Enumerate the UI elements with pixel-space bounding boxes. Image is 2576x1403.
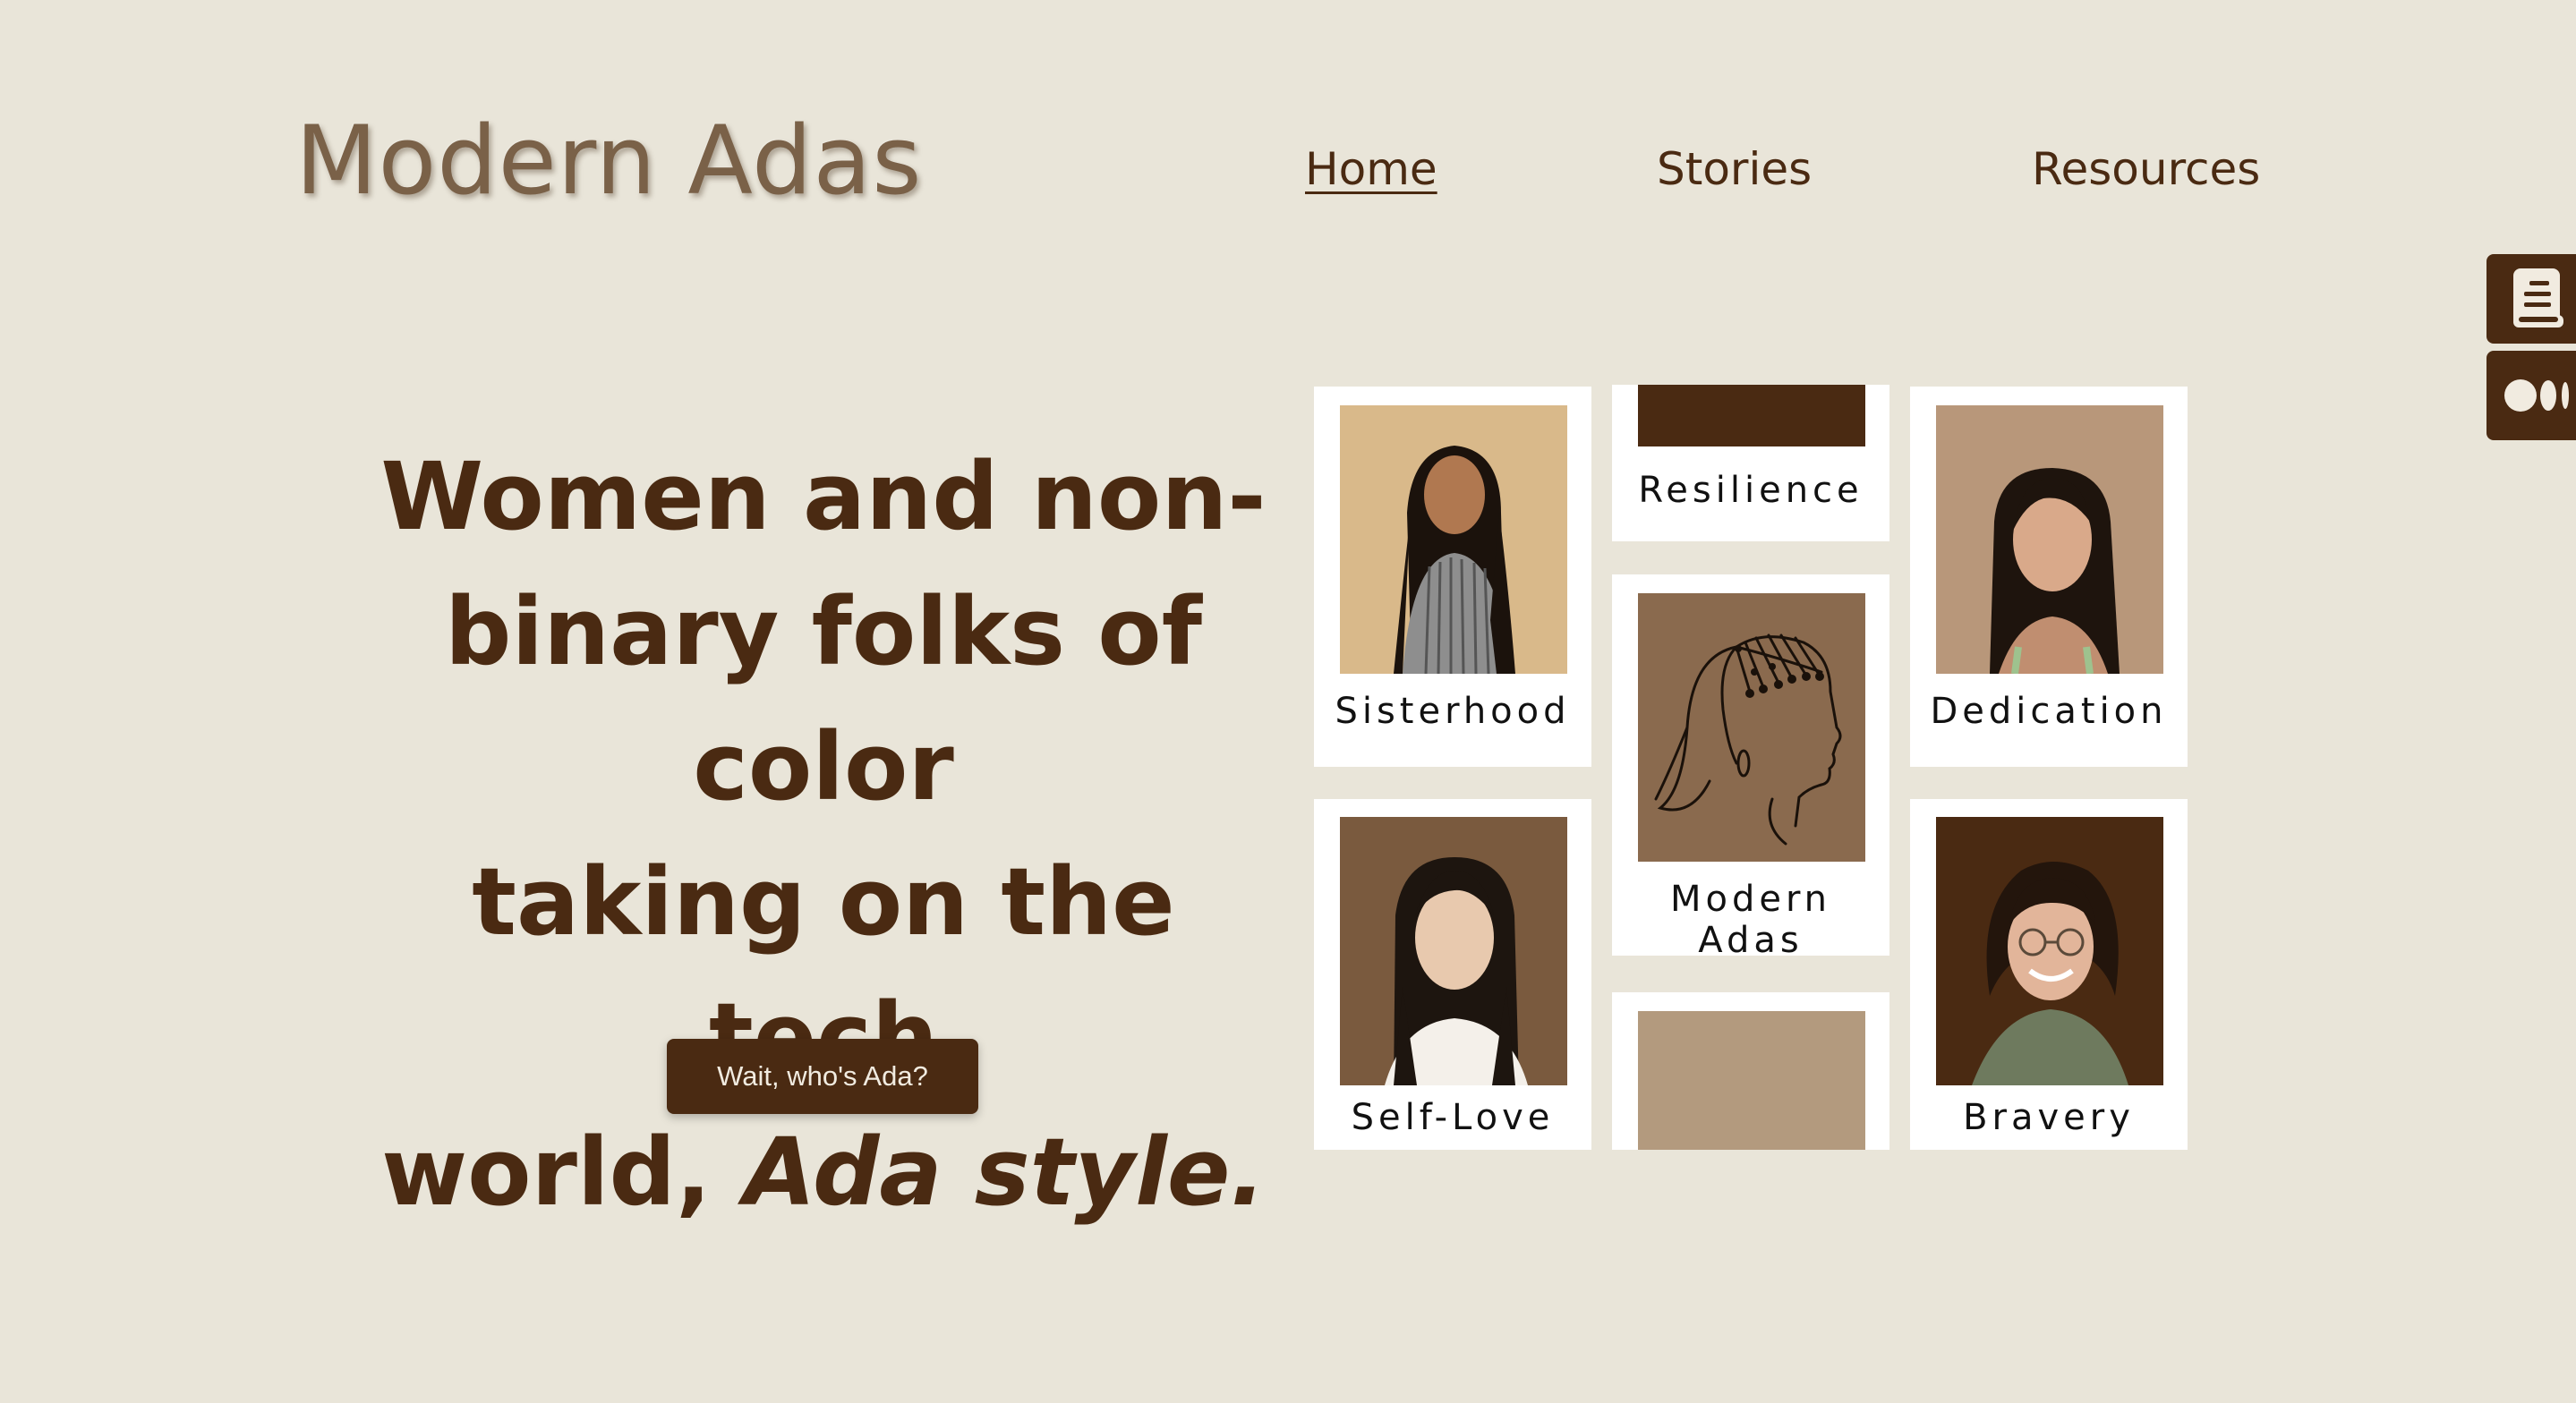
medium-tab[interactable] — [2486, 351, 2576, 440]
card-self-love[interactable]: Self-Love — [1314, 799, 1591, 1150]
headline-line-4: world, Ada style. — [367, 1105, 1280, 1240]
headline-ada-style: Ada style. — [743, 1118, 1266, 1227]
label-modern-adas: Modern Adas — [1669, 879, 1832, 961]
self-love-photo — [1340, 817, 1567, 1085]
headline-line-4-plain: world, — [381, 1118, 744, 1227]
portrait-grid: Sisterhood Self-Love Resilience Modern A… — [1314, 385, 2191, 1150]
nav-stories[interactable]: Stories — [1657, 143, 1812, 195]
headline-line-2: binary folks of color — [445, 577, 1202, 821]
card-untitled[interactable] — [1612, 992, 1889, 1150]
nav-home[interactable]: Home — [1305, 143, 1437, 195]
sisterhood-photo — [1340, 405, 1567, 674]
modern-adas-photo — [1638, 593, 1865, 862]
label-resilience: Resilience — [1638, 470, 1864, 511]
card-sisterhood[interactable]: Sisterhood — [1314, 387, 1591, 767]
bravery-photo — [1936, 817, 2163, 1085]
label-self-love: Self-Love — [1351, 1097, 1555, 1138]
book-tab[interactable] — [2486, 254, 2576, 344]
label-dedication: Dedication — [1930, 691, 2168, 732]
card-bravery[interactable]: Bravery — [1910, 799, 2188, 1150]
nav-resources[interactable]: Resources — [2032, 143, 2260, 195]
medium-icon — [2504, 379, 2569, 412]
dedication-photo — [1936, 405, 2163, 674]
untitled-photo — [1638, 1011, 1865, 1150]
site-logo[interactable]: Modern Adas — [295, 106, 923, 216]
book-icon — [2513, 268, 2563, 327]
label-sisterhood: Sisterhood — [1335, 691, 1571, 732]
resilience-photo — [1638, 385, 1865, 446]
card-dedication[interactable]: Dedication — [1910, 387, 2188, 767]
card-resilience[interactable]: Resilience — [1612, 385, 1889, 541]
hero-headline: Women and non- binary folks of color tak… — [367, 429, 1280, 1240]
who-is-ada-button[interactable]: Wait, who's Ada? — [667, 1039, 978, 1114]
headline-line-1: Women and non- — [380, 442, 1267, 551]
label-bravery: Bravery — [1963, 1097, 2135, 1138]
card-modern-adas[interactable]: Modern Adas — [1612, 574, 1889, 961]
